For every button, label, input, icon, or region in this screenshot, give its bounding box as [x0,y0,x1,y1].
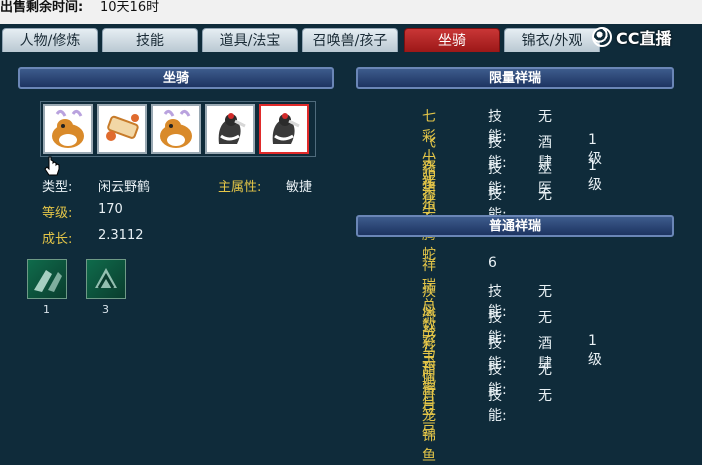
tab-appearance[interactable]: 锦衣/外观 [504,28,600,52]
cc-live-logo: CC直播 [592,26,696,48]
mount-slot-3[interactable] [151,104,201,154]
skill-count-1: 1 [43,303,50,316]
skill-count-3: 3 [102,303,109,316]
cc-logo-text: CC直播 [616,29,672,48]
mount-slot-1[interactable] [43,104,93,154]
sale-time-bar: 出售剩余时间: 10天16时 [0,0,702,24]
growth-value: 2.3112 [98,228,144,243]
sale-time-value: 10天16时 [100,0,160,15]
deer-mount-icon [52,109,84,148]
tab-skills[interactable]: 技能 [102,28,198,52]
scroll-item-icon [106,114,139,141]
mount-slot-4[interactable] [205,104,255,154]
crest-skill-icon[interactable] [86,259,126,299]
limited-section-header: 限量祥瑞 [356,67,674,89]
crane-mount-icon [218,113,246,144]
tab-character[interactable]: 人物/修炼 [2,28,98,52]
mount-slots [40,101,316,157]
main-attr-value: 敏捷 [286,180,313,195]
cc-logo-icon [592,27,612,47]
mount-type-value: 闲云野鹤 [98,180,151,195]
tab-summons[interactable]: 召唤兽/孩子 [302,28,398,52]
mount-slot-5[interactable] [259,104,309,154]
mount-section-header: 坐骑 [18,67,334,89]
sale-time-label: 出售剩余时间: [0,0,84,15]
hand-cursor-icon [44,156,60,176]
level-label: 等级: [42,206,73,221]
growth-label: 成长: [42,232,73,247]
claw-skill-icon[interactable] [27,259,67,299]
tab-mount[interactable]: 坐骑 [404,28,500,52]
mount-slot-2[interactable] [97,104,147,154]
tab-items[interactable]: 道具/法宝 [202,28,298,52]
level-value: 170 [98,202,123,217]
deer-mount-icon [160,109,192,148]
mount-type-label: 类型: [42,180,73,195]
main-attr-label: 主属性: [218,180,262,195]
normal-section-header: 普通祥瑞 [356,215,674,237]
crane-mount-icon [272,113,300,144]
